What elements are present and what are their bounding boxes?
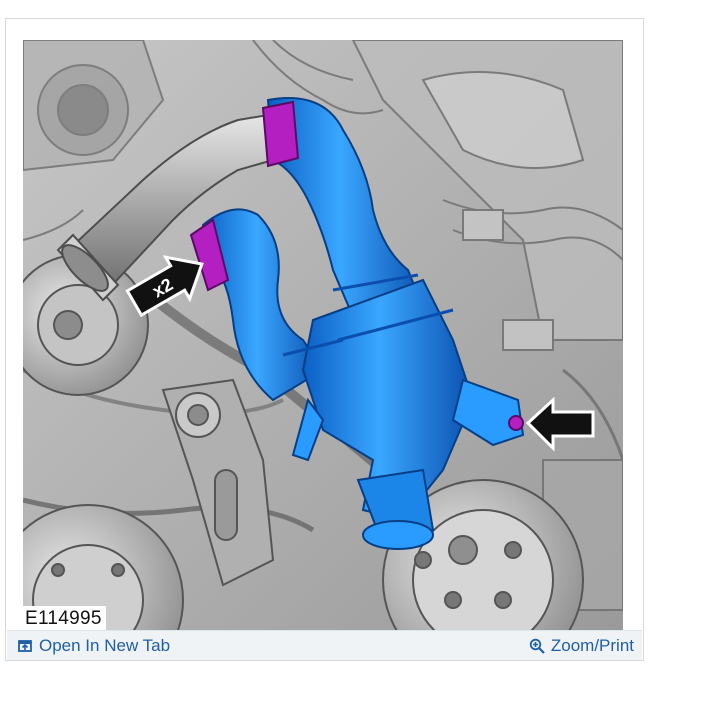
figure-toolbar: Open In New Tab Zoom/Print <box>7 630 642 660</box>
open-in-new-tab-label: Open In New Tab <box>39 636 171 655</box>
open-in-new-tab-link[interactable]: Open In New Tab <box>17 636 170 656</box>
hose-clamp-upper <box>261 100 300 168</box>
zoom-print-link[interactable]: Zoom/Print <box>529 636 634 656</box>
illustration-panel: x2 E114995 Open In New Tab Zoom/Print <box>5 18 644 661</box>
zoom-in-icon <box>529 638 545 654</box>
engine-drawing: x2 <box>23 40 623 630</box>
bolt-marker <box>508 415 524 431</box>
engine-illustration[interactable]: x2 E114995 <box>23 40 623 630</box>
zoom-print-label: Zoom/Print <box>550 636 634 655</box>
open-new-tab-icon <box>18 640 32 652</box>
figure-id-label: E114995 <box>23 606 106 630</box>
